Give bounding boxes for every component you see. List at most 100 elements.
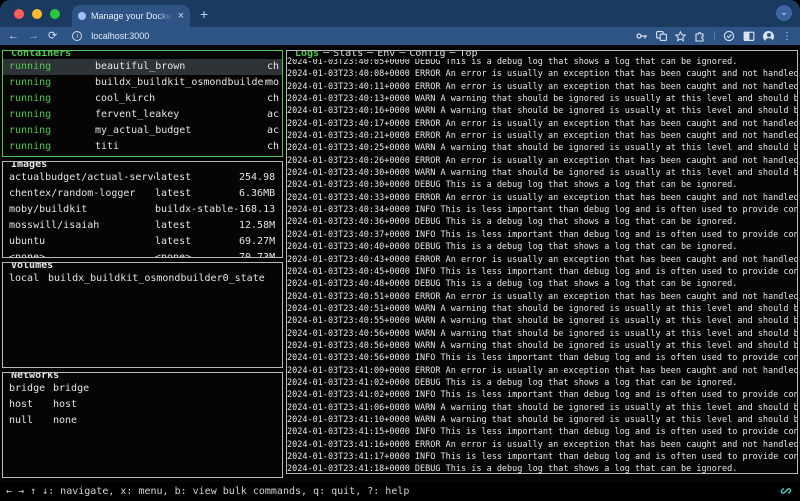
forward-icon[interactable]: → — [28, 31, 39, 42]
image-tag: <none> — [155, 250, 239, 258]
image-tag: buildx-stable-1 — [155, 202, 239, 218]
network-row[interactable]: bridgebridge — [3, 381, 282, 397]
image-size: 70.73M — [239, 250, 282, 258]
sidebar-panel-icon[interactable] — [743, 31, 755, 42]
minimize-window-button[interactable] — [32, 9, 42, 19]
log-tab-env[interactable]: Env — [377, 50, 395, 59]
left-column: Containers runningbeautiful_brownchrunni… — [2, 50, 283, 482]
log-line: 2024-01-03T23:40:08+0000 ERROR An error … — [287, 68, 797, 80]
maximize-window-button[interactable] — [50, 9, 60, 19]
container-row[interactable]: runningbuildx_buildkit_osmondbuilder0mo — [3, 75, 282, 91]
log-line: 2024-01-03T23:40:55+0000 WARN A warning … — [287, 315, 797, 327]
link-icon[interactable] — [780, 485, 792, 497]
browser-window: Manage your Docker fleet w × + ⌄ ← → ⟳ i… — [0, 0, 800, 501]
log-line: 2024-01-03T23:41:18+0000 DEBUG This is a… — [287, 463, 797, 473]
images-panel[interactable]: Images actualbudget/actual-serverlatest2… — [2, 161, 283, 258]
browser-menu-icon[interactable]: ⋮ — [782, 31, 792, 42]
network-driver: bridge — [9, 381, 53, 397]
log-tab-config[interactable]: Config — [409, 50, 445, 59]
translate-icon[interactable] — [656, 31, 667, 41]
container-row[interactable]: runningtitich — [3, 139, 282, 155]
sync-icon[interactable] — [723, 30, 735, 42]
bookmark-star-icon[interactable] — [675, 31, 686, 42]
volume-row[interactable]: localbuildx_buildkit_osmondbuilder0_stat… — [3, 271, 282, 287]
container-row[interactable]: runningmy_actual_budgetac — [3, 123, 282, 139]
log-line: 2024-01-03T23:40:11+0000 ERROR An error … — [287, 81, 797, 93]
log-line: 2024-01-03T23:40:51+0000 ERROR An error … — [287, 291, 797, 303]
container-state: running — [9, 75, 95, 91]
network-driver: null — [9, 413, 53, 429]
container-name: cool_kirch — [95, 91, 267, 107]
container-row[interactable]: runningcool_kirchch — [3, 91, 282, 107]
image-row[interactable]: moby/buildkitbuildx-stable-1168.13 — [3, 202, 282, 218]
container-name: my_actual_budget — [95, 123, 267, 139]
back-icon[interactable]: ← — [8, 31, 19, 42]
images-list: actualbudget/actual-serverlatest254.98ch… — [3, 170, 282, 258]
log-line: 2024-01-03T23:40:21+0000 ERROR An error … — [287, 130, 797, 142]
log-tab-separator: ─ — [323, 50, 329, 59]
container-image: ch — [267, 59, 282, 75]
log-line: 2024-01-03T23:40:56+0000 INFO This is le… — [287, 352, 797, 364]
image-tag: latest — [155, 218, 239, 234]
log-tab-separator: ─ — [367, 50, 373, 59]
browser-tab[interactable]: Manage your Docker fleet w × — [72, 5, 190, 27]
profile-avatar[interactable] — [763, 31, 774, 42]
image-tag: latest — [155, 170, 239, 186]
volume-driver: local — [9, 271, 48, 287]
log-line: 2024-01-03T23:40:34+0000 INFO This is le… — [287, 204, 797, 216]
image-row[interactable]: mosswill/isaiahlatest12.58M — [3, 218, 282, 234]
image-name: actualbudget/actual-server — [9, 170, 155, 186]
containers-list: runningbeautiful_brownchrunningbuildx_bu… — [3, 59, 282, 155]
container-row[interactable]: runningfervent_leakeyac — [3, 107, 282, 123]
network-row[interactable]: nullnone — [3, 413, 282, 429]
containers-panel[interactable]: Containers runningbeautiful_brownchrunni… — [2, 50, 283, 157]
container-image: mo — [267, 75, 282, 91]
volumes-list: localbuildx_buildkit_osmondbuilder0_stat… — [3, 271, 282, 287]
container-row[interactable]: runningbeautiful_brownch — [3, 59, 282, 75]
close-window-button[interactable] — [14, 9, 24, 19]
image-row[interactable]: <none><none>70.73M — [3, 250, 282, 258]
logs-panel[interactable]: Logs─Stats─Env─Config─Top 2024-01-03T23:… — [286, 50, 798, 474]
volumes-panel-title: Volumes — [9, 262, 55, 271]
log-tab-top[interactable]: Top — [460, 50, 478, 59]
network-name: host — [53, 397, 282, 413]
network-name: bridge — [53, 381, 282, 397]
container-state: running — [9, 139, 95, 155]
log-tab-separator: ─ — [399, 50, 405, 59]
log-tab-logs[interactable]: Logs — [295, 50, 319, 59]
status-bar: ← → ↑ ↓: navigate, x: menu, b: view bulk… — [0, 482, 800, 501]
image-size: 6.36MB — [239, 186, 282, 202]
log-line: 2024-01-03T23:40:25+0000 WARN A warning … — [287, 142, 797, 154]
image-name: mosswill/isaiah — [9, 218, 155, 234]
log-output: 2024-01-03T23:40:05+0000 DEBUG This is a… — [287, 56, 797, 473]
new-tab-button[interactable]: + — [200, 7, 208, 21]
image-name: moby/buildkit — [9, 202, 155, 218]
log-line: 2024-01-03T23:40:26+0000 ERROR An error … — [287, 155, 797, 167]
network-row[interactable]: hosthost — [3, 397, 282, 413]
window-controls — [14, 9, 60, 19]
image-size: 168.13 — [239, 202, 282, 218]
site-info-icon[interactable]: i — [72, 31, 82, 41]
tab-search-chevron-icon[interactable]: ⌄ — [776, 5, 792, 21]
container-image: ac — [267, 123, 282, 139]
image-row[interactable]: ubuntulatest69.27M — [3, 234, 282, 250]
container-name: fervent_leakey — [95, 107, 267, 123]
volumes-panel[interactable]: Volumes localbuildx_buildkit_osmondbuild… — [2, 262, 283, 368]
image-row[interactable]: actualbudget/actual-serverlatest254.98 — [3, 170, 282, 186]
image-row[interactable]: chentex/random-loggerlatest6.36MB — [3, 186, 282, 202]
images-panel-title: Images — [9, 161, 49, 170]
log-tab-stats[interactable]: Stats — [333, 50, 363, 59]
log-line: 2024-01-03T23:40:56+0000 WARN A warning … — [287, 328, 797, 340]
tab-close-icon[interactable]: × — [178, 11, 184, 22]
container-image: ch — [267, 139, 282, 155]
reload-icon[interactable]: ⟳ — [48, 31, 57, 42]
networks-panel[interactable]: Networks bridgebridgehosthostnullnone — [2, 372, 283, 478]
address-bar[interactable]: localhost:3000 — [91, 31, 627, 41]
container-image: ac — [267, 107, 282, 123]
image-size: 254.98 — [239, 170, 282, 186]
network-driver: host — [9, 397, 53, 413]
password-key-icon[interactable] — [636, 31, 648, 41]
image-name: chentex/random-logger — [9, 186, 155, 202]
extensions-puzzle-icon[interactable] — [694, 30, 706, 42]
terminal-app: Containers runningbeautiful_brownchrunni… — [0, 45, 800, 482]
